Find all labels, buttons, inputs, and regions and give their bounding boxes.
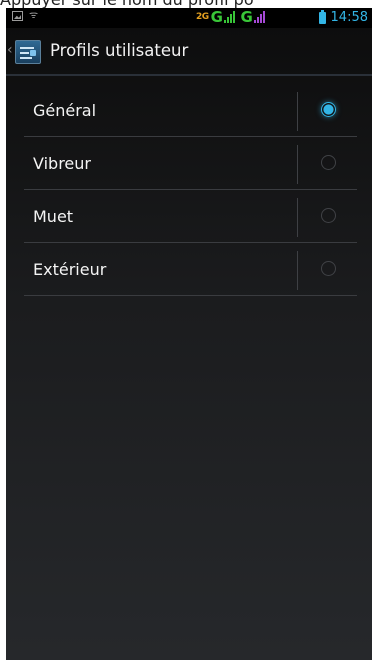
phone-screen: ᯤ 2G G G 14:58 ‹ Profils utilisateur Gén…: [6, 8, 372, 660]
profile-radio-vibreur[interactable]: [321, 155, 336, 170]
chevron-left-icon[interactable]: ‹: [7, 43, 13, 57]
profile-label: Général: [33, 101, 97, 120]
profile-radio-general[interactable]: [321, 102, 336, 117]
battery-icon: [318, 10, 326, 24]
action-bar[interactable]: ‹ Profils utilisateur: [6, 28, 372, 76]
list-item-exterieur[interactable]: Extérieur: [24, 243, 357, 296]
image-notification-icon: [12, 11, 23, 21]
page-title: Profils utilisateur: [50, 41, 189, 60]
profile-label: Extérieur: [33, 260, 107, 279]
list-item-general[interactable]: Général: [24, 84, 357, 137]
user-profiles-icon[interactable]: [15, 40, 41, 64]
profile-radio-muet[interactable]: [321, 208, 336, 223]
network-indicators: 2G G G: [196, 9, 268, 25]
network-label-2g: 2G: [196, 12, 209, 22]
list-item-muet[interactable]: Muet: [24, 190, 357, 243]
profile-label: Muet: [33, 207, 74, 226]
profile-list: Général Vibreur Muet Extérieur: [24, 84, 357, 296]
profile-label: Vibreur: [33, 154, 91, 173]
signal-icon: [254, 11, 266, 23]
signal-icon: [224, 11, 236, 23]
network-label-sim1: G: [210, 8, 223, 26]
network-label-sim2: G: [240, 8, 253, 26]
instruction-caption: Appuyer sur le nom du profil po: [0, 0, 372, 8]
wifi-icon: ᯤ: [29, 10, 39, 21]
divider: [297, 251, 298, 290]
divider: [297, 198, 298, 237]
divider: [297, 92, 298, 131]
divider: [297, 145, 298, 184]
profile-radio-exterieur[interactable]: [321, 261, 336, 276]
status-time: 14:58: [330, 10, 368, 25]
list-item-vibreur[interactable]: Vibreur: [24, 137, 357, 190]
status-bar: ᯤ 2G G G 14:58: [6, 8, 372, 28]
